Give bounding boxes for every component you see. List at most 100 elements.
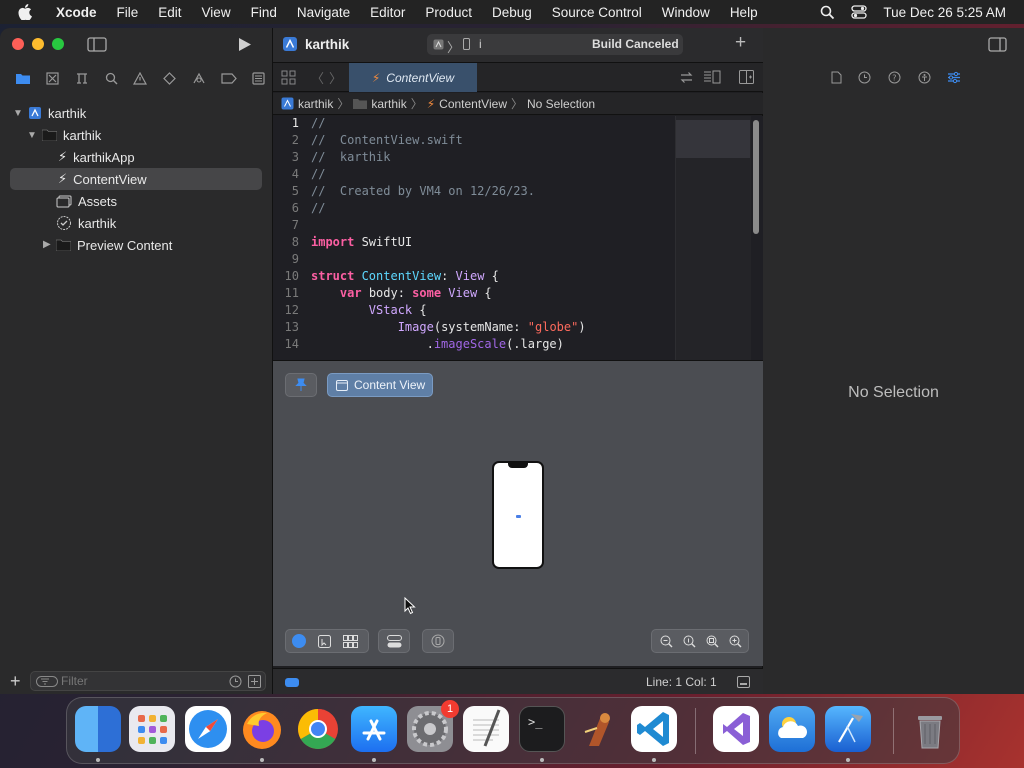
zoom-actual-icon[interactable] bbox=[683, 635, 696, 648]
recent-files-icon[interactable] bbox=[229, 675, 242, 688]
source-control-tab-icon[interactable] bbox=[37, 71, 66, 85]
swap-icon[interactable] bbox=[679, 71, 694, 84]
history-inspector-icon[interactable] bbox=[858, 71, 871, 84]
accessibility-inspector-icon[interactable] bbox=[918, 71, 931, 84]
tree-item-group[interactable]: karthik bbox=[10, 124, 262, 146]
trash-icon[interactable] bbox=[907, 706, 953, 752]
menu-navigate[interactable]: Navigate bbox=[287, 5, 360, 20]
jump-bar-item[interactable]: karthik bbox=[298, 97, 333, 111]
preview-canvas[interactable]: Content View bbox=[273, 360, 763, 666]
find-navigator-tab-icon[interactable] bbox=[96, 72, 125, 85]
code-comment: // bbox=[311, 201, 326, 215]
jump-bar-item[interactable]: ContentView bbox=[439, 97, 507, 111]
library-add-icon[interactable]: + bbox=[735, 32, 746, 54]
split-editor-icon[interactable] bbox=[739, 70, 754, 84]
launchpad-app-icon[interactable] bbox=[129, 706, 175, 752]
minimap[interactable] bbox=[675, 116, 751, 360]
textedit-app-icon[interactable] bbox=[463, 706, 509, 752]
menu-editor[interactable]: Editor bbox=[360, 5, 415, 20]
terminal-app-icon[interactable]: >_ bbox=[519, 706, 565, 752]
code-line: 10 struct ContentView: View { bbox=[273, 269, 673, 286]
iphone-preview-device[interactable] bbox=[492, 461, 544, 569]
tree-item-file[interactable]: ⚡ karthikApp bbox=[10, 146, 262, 168]
weather-app-icon[interactable] bbox=[769, 706, 815, 752]
system-settings-app-icon[interactable]: 1 bbox=[407, 700, 459, 752]
pin-preview-button[interactable] bbox=[285, 373, 317, 397]
device-settings-button[interactable] bbox=[378, 629, 410, 653]
project-navigator-tab-icon[interactable] bbox=[8, 72, 37, 85]
apple-logo-icon[interactable] bbox=[18, 4, 32, 20]
attributes-inspector-icon[interactable] bbox=[947, 71, 961, 84]
source-editor[interactable]: 1 // 2 // ContentView.swift 3 // karthik 4 /… bbox=[273, 116, 763, 360]
preview-content-view-button[interactable]: Content View bbox=[327, 373, 433, 397]
visual-studio-app-icon[interactable] bbox=[713, 706, 759, 752]
breakpoint-navigator-tab-icon[interactable] bbox=[214, 72, 243, 84]
menu-help[interactable]: Help bbox=[720, 5, 768, 20]
spotlight-search-icon[interactable] bbox=[820, 5, 835, 20]
xcode-app-icon[interactable] bbox=[825, 706, 871, 752]
activity-view[interactable]: 〉 i Build Canceled bbox=[427, 34, 683, 55]
menu-file[interactable]: File bbox=[107, 5, 149, 20]
close-window-button[interactable] bbox=[12, 38, 24, 50]
tree-item-file-selected[interactable]: ⚡ ContentView bbox=[10, 168, 262, 190]
menu-find[interactable]: Find bbox=[241, 5, 287, 20]
device-selector-button[interactable] bbox=[422, 629, 454, 653]
project-title[interactable]: karthik bbox=[305, 37, 349, 52]
tab-contentview[interactable]: ⚡ ContentView bbox=[349, 63, 477, 92]
firefox-app-icon[interactable] bbox=[239, 706, 285, 752]
variants-grid-icon[interactable] bbox=[343, 635, 358, 648]
tree-item-entitlements[interactable]: karthik bbox=[10, 212, 262, 234]
code-type: View bbox=[455, 269, 485, 283]
quick-help-icon[interactable]: ? bbox=[888, 71, 901, 84]
vscode-app-icon[interactable] bbox=[631, 706, 677, 752]
tree-item-project[interactable]: karthik bbox=[10, 102, 262, 124]
chrome-app-icon[interactable] bbox=[295, 706, 341, 752]
scm-filter-icon[interactable] bbox=[248, 675, 261, 688]
menu-debug[interactable]: Debug bbox=[482, 5, 542, 20]
navigator-filter-field[interactable]: Filter bbox=[30, 671, 266, 691]
minimize-window-button[interactable] bbox=[32, 38, 44, 50]
editor-options-icon[interactable] bbox=[703, 70, 721, 84]
minimap-viewport[interactable] bbox=[676, 120, 750, 158]
zoom-in-icon[interactable] bbox=[729, 635, 742, 648]
debug-area-toggle-icon[interactable] bbox=[285, 678, 299, 687]
menu-window[interactable]: Window bbox=[652, 5, 720, 20]
live-preview-icon[interactable] bbox=[292, 634, 306, 648]
instruments-app-icon[interactable] bbox=[575, 706, 621, 752]
menu-app-name[interactable]: Xcode bbox=[46, 5, 107, 20]
test-navigator-tab-icon[interactable] bbox=[155, 71, 184, 85]
jump-bar-item[interactable]: No Selection bbox=[527, 97, 595, 111]
forward-chevron-icon[interactable]: 〉 bbox=[329, 68, 342, 87]
app-store-app-icon[interactable] bbox=[351, 706, 397, 752]
menu-product[interactable]: Product bbox=[415, 5, 482, 20]
inspector-toggle-icon[interactable] bbox=[988, 37, 1007, 52]
control-center-icon[interactable] bbox=[851, 5, 868, 19]
tree-item-assets[interactable]: Assets bbox=[10, 190, 262, 212]
report-navigator-tab-icon[interactable] bbox=[244, 71, 273, 85]
symbol-navigator-tab-icon[interactable] bbox=[67, 72, 96, 85]
menu-view[interactable]: View bbox=[192, 5, 241, 20]
vertical-scrollbar[interactable] bbox=[753, 120, 759, 234]
related-items-grid-icon[interactable] bbox=[281, 70, 296, 85]
navigator-toggle-icon[interactable] bbox=[87, 37, 107, 52]
tree-item-group[interactable]: Preview Content bbox=[10, 234, 262, 256]
selectable-mode-icon[interactable] bbox=[318, 635, 331, 648]
zoom-to-fit-icon[interactable] bbox=[706, 635, 719, 648]
device-phone-icon[interactable] bbox=[463, 38, 470, 50]
issue-navigator-tab-icon[interactable] bbox=[126, 71, 155, 85]
run-button[interactable] bbox=[238, 37, 252, 52]
menubar-clock[interactable]: Tue Dec 26 5:25 AM bbox=[883, 5, 1006, 20]
line-number: 6 bbox=[291, 201, 299, 215]
jump-bar-item[interactable]: karthik bbox=[371, 97, 406, 111]
finder-app-icon[interactable] bbox=[75, 706, 121, 752]
debug-navigator-tab-icon[interactable] bbox=[185, 72, 214, 85]
zoom-window-button[interactable] bbox=[52, 38, 64, 50]
menu-edit[interactable]: Edit bbox=[148, 5, 191, 20]
safari-app-icon[interactable] bbox=[185, 706, 231, 752]
minimap-toggle-icon[interactable] bbox=[737, 676, 750, 688]
menu-source-control[interactable]: Source Control bbox=[542, 5, 652, 20]
back-chevron-icon[interactable]: 〈 bbox=[311, 68, 324, 87]
add-file-icon[interactable]: + bbox=[10, 671, 21, 692]
file-inspector-icon[interactable] bbox=[831, 71, 842, 84]
zoom-out-icon[interactable] bbox=[660, 635, 673, 648]
